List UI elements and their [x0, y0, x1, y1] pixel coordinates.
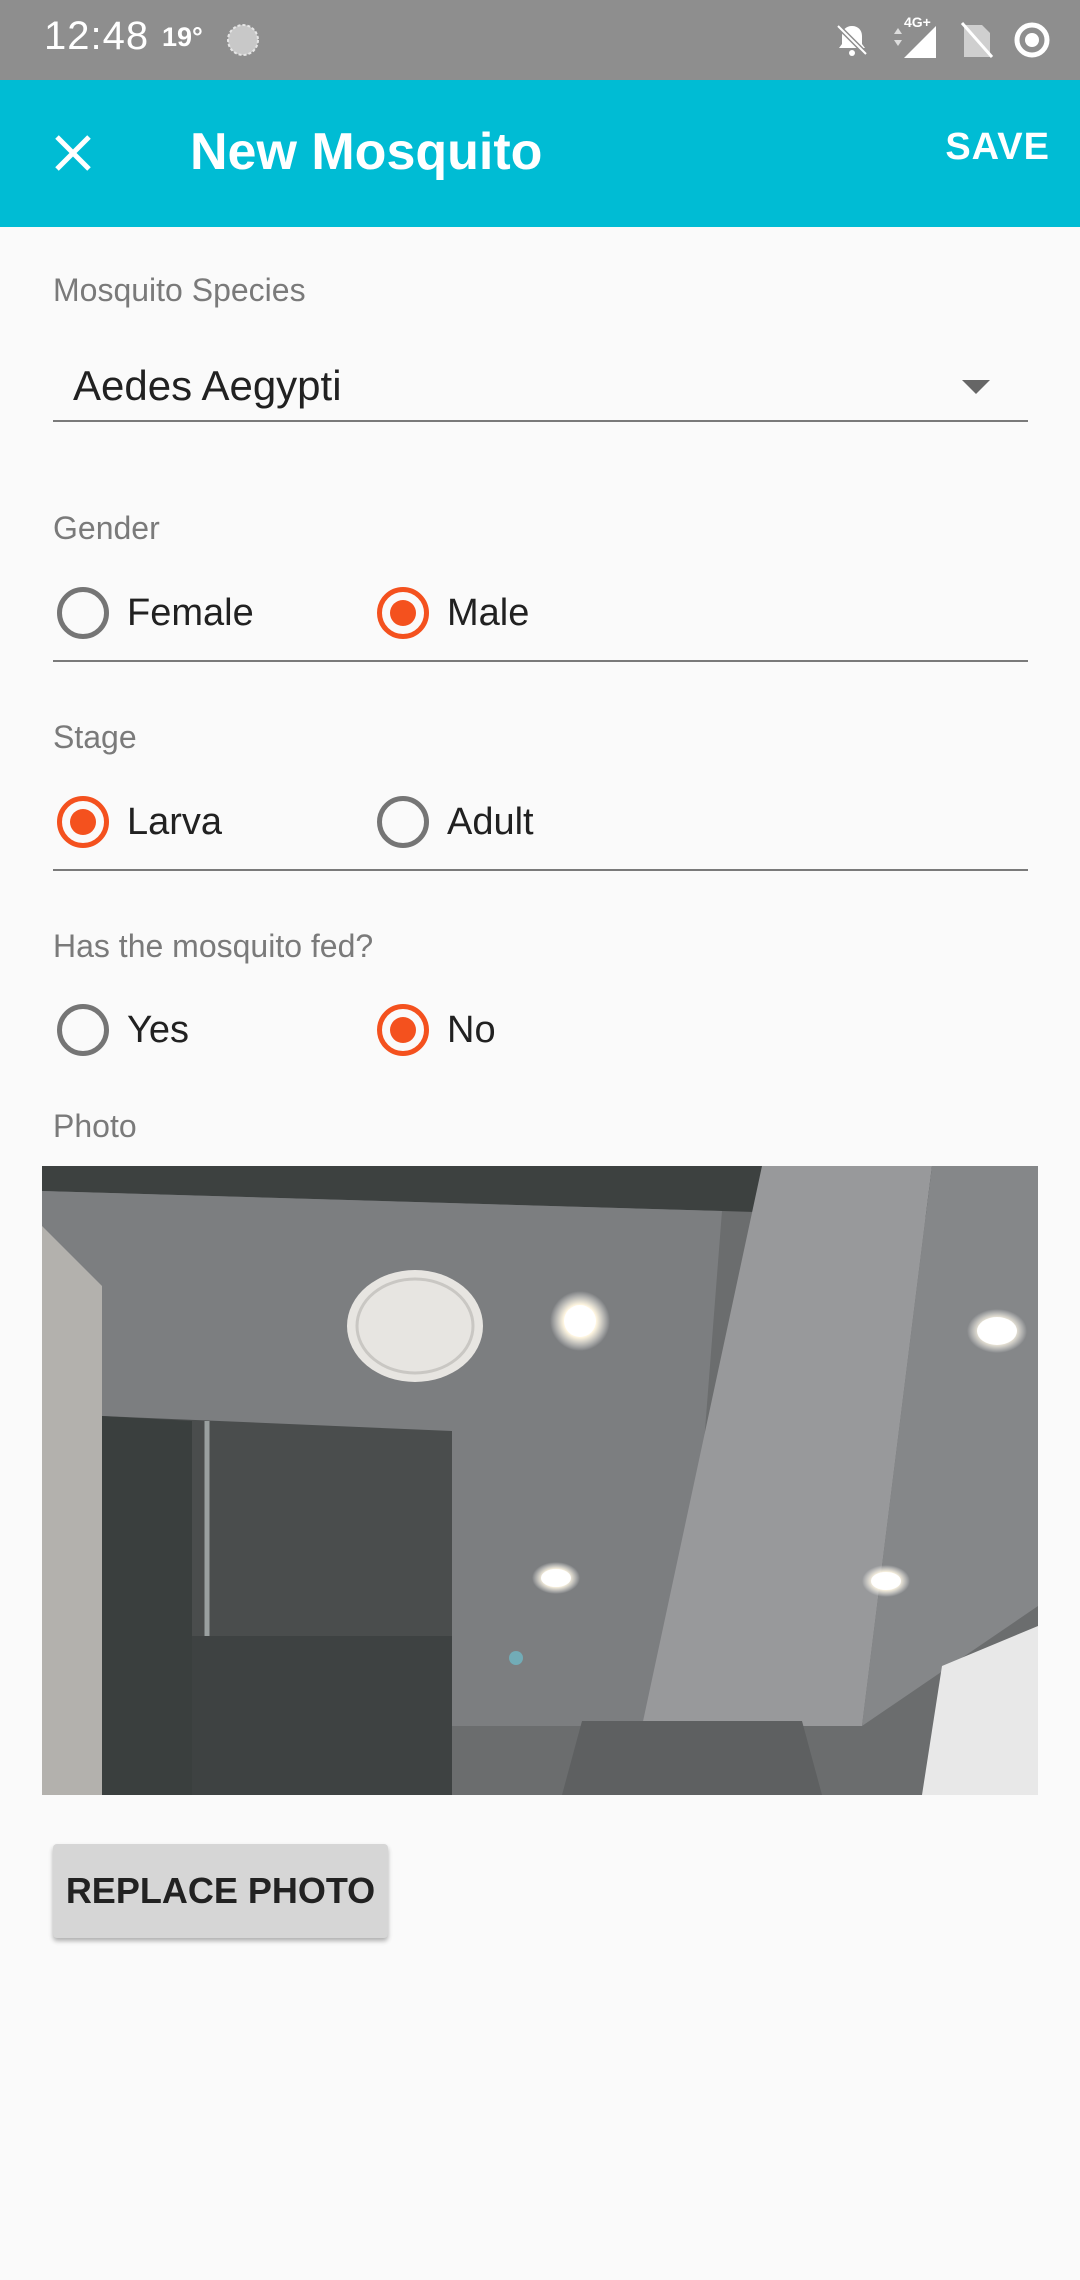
fed-yes-option[interactable]: Yes	[57, 995, 189, 1065]
stage-adult-option[interactable]: Adult	[377, 787, 534, 857]
species-label: Mosquito Species	[53, 272, 306, 308]
radio-unchecked-icon	[57, 587, 109, 639]
radio-unchecked-icon	[377, 796, 429, 848]
page-title: New Mosquito	[190, 123, 543, 181]
fed-no-label: No	[447, 1008, 496, 1051]
fed-yes-label: Yes	[127, 1008, 189, 1051]
replace-photo-button[interactable]: REPLACE PHOTO	[53, 1844, 388, 1938]
stage-adult-label: Adult	[447, 800, 534, 843]
gender-radio-group: Female Male	[53, 578, 1028, 662]
status-temperature: 19°	[162, 22, 203, 52]
radio-checked-icon	[377, 587, 429, 639]
app-bar: New Mosquito SAVE	[0, 80, 1080, 227]
gender-label: Gender	[53, 510, 160, 546]
species-dropdown[interactable]: Aedes Aegypti	[53, 352, 1028, 422]
no-sim-icon	[960, 22, 994, 58]
save-button[interactable]: SAVE	[945, 126, 1050, 169]
gender-male-label: Male	[447, 591, 530, 634]
close-button[interactable]	[40, 120, 106, 186]
gender-female-option[interactable]: Female	[57, 578, 254, 648]
bell-off-icon	[836, 24, 868, 56]
fed-label: Has the mosquito fed?	[53, 928, 374, 964]
mosquito-photo	[42, 1166, 1038, 1795]
photo-label: Photo	[53, 1108, 137, 1144]
gender-male-option[interactable]: Male	[377, 578, 529, 648]
stage-larva-option[interactable]: Larva	[57, 787, 222, 857]
fed-radio-group: Yes No	[53, 995, 1028, 1079]
signal-icon: 4G+	[890, 14, 942, 60]
weather-icon	[227, 24, 259, 56]
stage-radio-group: Larva Adult	[53, 787, 1028, 871]
stage-label: Stage	[53, 719, 137, 755]
gender-female-label: Female	[127, 591, 254, 634]
fed-no-option[interactable]: No	[377, 995, 496, 1065]
stage-larva-label: Larva	[127, 800, 223, 843]
radio-checked-icon	[377, 1004, 429, 1056]
status-time: 12:48	[44, 14, 150, 58]
close-icon	[55, 135, 91, 171]
sync-icon	[1014, 22, 1050, 58]
status-bar: 12:48 19° 4G+	[0, 0, 1080, 80]
dropdown-arrow-icon	[962, 380, 990, 394]
species-value: Aedes Aegypti	[73, 362, 342, 409]
radio-unchecked-icon	[57, 1004, 109, 1056]
radio-checked-icon	[57, 796, 109, 848]
